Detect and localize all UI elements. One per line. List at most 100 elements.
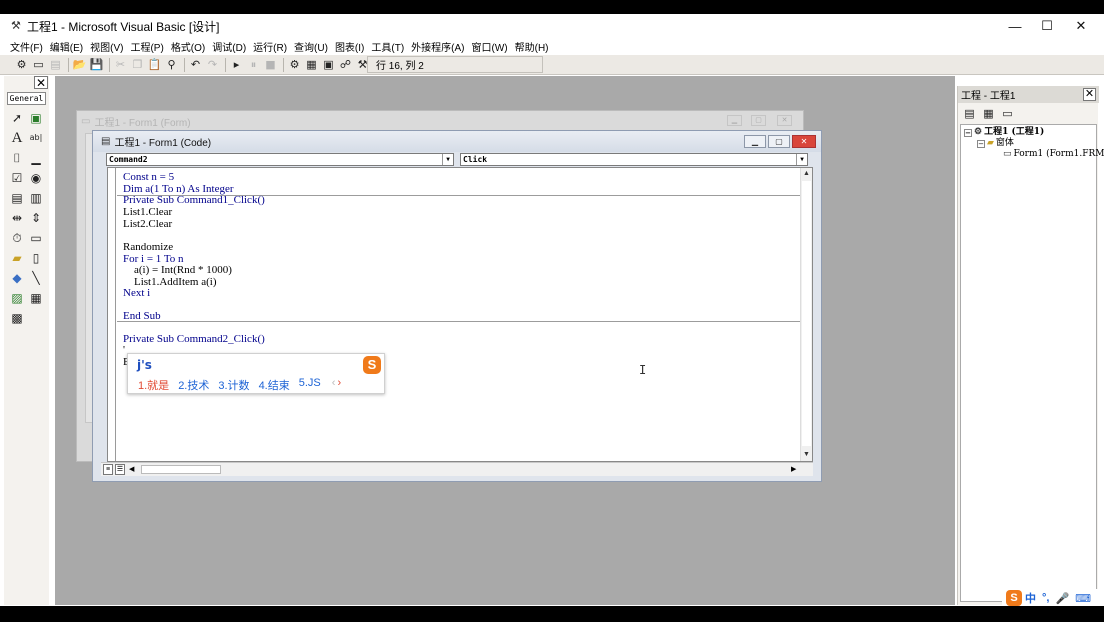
drivelistbox-icon[interactable]: ▭	[28, 230, 44, 246]
ime-candidate[interactable]: 4.结束	[259, 377, 290, 393]
menu-project[interactable]: 工程(P)	[130, 39, 163, 54]
menu-tools[interactable]: 工具(T)	[371, 39, 404, 54]
find-icon[interactable]: ⚲	[164, 58, 179, 72]
view-code-icon[interactable]: ▤	[962, 107, 977, 121]
menu-debug[interactable]: 调试(D)	[212, 39, 246, 54]
checkbox-icon[interactable]: ☑	[9, 170, 25, 186]
textbox-icon[interactable]: ab|	[28, 130, 44, 146]
form-close-button[interactable]: ✕	[777, 115, 792, 126]
tree-node-forms-folder[interactable]: − ▰ 窗体	[977, 138, 1014, 149]
optionbutton-icon[interactable]: ◉	[28, 170, 44, 186]
ime-candidate-popup[interactable]: j's S 1.就是 2.技术 3.计数 4.结束 5.JS ‹ ›	[127, 353, 385, 394]
menu-file[interactable]: 文件(F)	[10, 39, 43, 54]
open-project-icon[interactable]: 📂	[72, 58, 87, 72]
label-icon[interactable]: A	[9, 130, 25, 146]
project-close-button[interactable]: ✕	[1083, 88, 1096, 101]
project-explorer-icon[interactable]: ⚙	[287, 58, 302, 72]
editor-vertical-scrollbar[interactable]: ▲ ▼	[800, 168, 812, 461]
form-minimize-button[interactable]: ▁	[727, 115, 742, 126]
sogou-tray-icon[interactable]: S	[1006, 590, 1022, 606]
add-form-icon[interactable]: ▭	[31, 58, 46, 72]
ime-next-page-icon[interactable]: ›	[337, 377, 341, 393]
code-line[interactable]: List1.Clear	[123, 206, 172, 218]
code-minimize-button[interactable]: ▁	[744, 135, 766, 148]
commandbutton-icon[interactable]: ▁	[28, 150, 44, 166]
code-close-button[interactable]: ✕	[792, 135, 816, 148]
form-layout-icon[interactable]: ▣	[321, 58, 336, 72]
horizontal-scroll-thumb[interactable]	[141, 465, 221, 474]
vscrollbar-icon[interactable]: ⇕	[28, 210, 44, 226]
menu-addins[interactable]: 外接程序(A)	[411, 39, 464, 54]
properties-window-icon[interactable]: ▦	[304, 58, 319, 72]
copy-icon[interactable]: ❐	[130, 58, 145, 72]
microphone-icon[interactable]: 🎤	[1055, 592, 1069, 605]
ime-candidate[interactable]: 5.JS	[299, 377, 321, 393]
code-line[interactable]: a(i) = Int(Rnd * 1000)	[123, 264, 232, 276]
ime-prev-page-icon[interactable]: ‹	[332, 377, 336, 393]
ole-icon[interactable]: ▩	[9, 310, 25, 326]
code-editor[interactable]: Const n = 5 Dim a(1 To n) As Integer Pri…	[107, 167, 813, 462]
chevron-down-icon[interactable]: ▼	[442, 154, 453, 165]
line-icon[interactable]: ╲	[28, 270, 44, 286]
menu-format[interactable]: 格式(O)	[171, 39, 205, 54]
menu-query[interactable]: 查询(U)	[294, 39, 328, 54]
keyboard-icon[interactable]: ⌨	[1075, 592, 1091, 605]
scroll-down-icon[interactable]: ▼	[801, 449, 812, 461]
menu-edit[interactable]: 编辑(E)	[50, 39, 83, 54]
tree-node-form1[interactable]: ▭ Form1 (Form1.FRM)	[1003, 149, 1104, 160]
code-window[interactable]: ▤ 工程1 - Form1 (Code) ▁ ▢ ✕ Command2 ▼ Cl…	[92, 130, 822, 482]
paste-icon[interactable]: 📋	[147, 58, 162, 72]
toggle-folders-icon[interactable]: ▭	[1000, 107, 1015, 121]
minimize-button[interactable]: —	[998, 14, 1032, 38]
scroll-track[interactable]	[802, 181, 811, 446]
hscrollbar-icon[interactable]: ⇹	[9, 210, 25, 226]
scroll-left-icon[interactable]: ◀	[129, 464, 134, 475]
full-module-view-icon[interactable]: ☰	[115, 464, 125, 475]
close-button[interactable]: ✕	[1064, 14, 1098, 38]
code-line[interactable]: List2.Clear	[123, 218, 172, 230]
menu-help[interactable]: 帮助(H)	[515, 39, 549, 54]
toolbox-tab-general[interactable]: General	[7, 92, 46, 105]
code-window-titlebar[interactable]: ▤ 工程1 - Form1 (Code) ▁ ▢ ✕	[93, 131, 821, 152]
dirlistbox-icon[interactable]: ▰	[9, 250, 25, 266]
cut-icon[interactable]: ✂	[113, 58, 128, 72]
code-line[interactable]: Const n = 5	[123, 171, 174, 183]
project-tree[interactable]: − ⚙ 工程1 (工程1) − ▰ 窗体 ▭ Form1 (Form1.FRM)	[960, 124, 1104, 602]
menu-window[interactable]: 窗口(W)	[472, 39, 508, 54]
procedure-combo[interactable]: Click ▼	[460, 153, 808, 166]
scroll-up-icon[interactable]: ▲	[801, 168, 812, 180]
collapse-icon[interactable]: −	[964, 128, 972, 137]
combobox-icon[interactable]: ▤	[9, 190, 25, 206]
undo-icon[interactable]: ↶	[188, 58, 203, 72]
ime-candidate[interactable]: 1.就是	[138, 377, 169, 393]
end-icon[interactable]: ■	[263, 58, 278, 72]
picturebox-icon[interactable]: ▣	[28, 110, 44, 126]
code-line[interactable]: Private Sub Command2_Click()	[123, 333, 265, 345]
object-combo[interactable]: Command2 ▼	[106, 153, 454, 166]
save-project-icon[interactable]: 💾	[89, 58, 104, 72]
form-maximize-button[interactable]: ▢	[751, 115, 766, 126]
listbox-icon[interactable]: ▥	[28, 190, 44, 206]
menu-view[interactable]: 视图(V)	[90, 39, 123, 54]
maximize-button[interactable]: ☐	[1030, 14, 1064, 38]
scroll-right-icon[interactable]: ▶	[791, 464, 796, 475]
menu-run[interactable]: 运行(R)	[253, 39, 287, 54]
procedure-view-icon[interactable]: ≡	[103, 464, 113, 475]
ime-candidate[interactable]: 3.计数	[218, 377, 249, 393]
ime-candidate[interactable]: 2.技术	[178, 377, 209, 393]
tree-node-project[interactable]: − ⚙ 工程1 (工程1)	[964, 127, 1044, 138]
code-line[interactable]: '	[123, 344, 125, 356]
code-maximize-button[interactable]: ▢	[768, 135, 790, 148]
filelistbox-icon[interactable]: ▯	[28, 250, 44, 266]
code-line[interactable]: Next i	[123, 287, 150, 299]
code-line[interactable]: Randomize	[123, 241, 173, 253]
object-browser-icon[interactable]: ☍	[338, 58, 353, 72]
shape-icon[interactable]: ◆	[9, 270, 25, 286]
collapse-icon[interactable]: −	[977, 139, 985, 148]
add-project-icon[interactable]: ⚙	[14, 58, 29, 72]
redo-icon[interactable]: ↷	[205, 58, 220, 72]
image-icon[interactable]: ▨	[9, 290, 25, 306]
menu-editor-icon[interactable]: ▤	[48, 58, 63, 72]
start-icon[interactable]: ▸	[229, 58, 244, 72]
code-line[interactable]: Private Sub Command1_Click()	[123, 194, 265, 206]
